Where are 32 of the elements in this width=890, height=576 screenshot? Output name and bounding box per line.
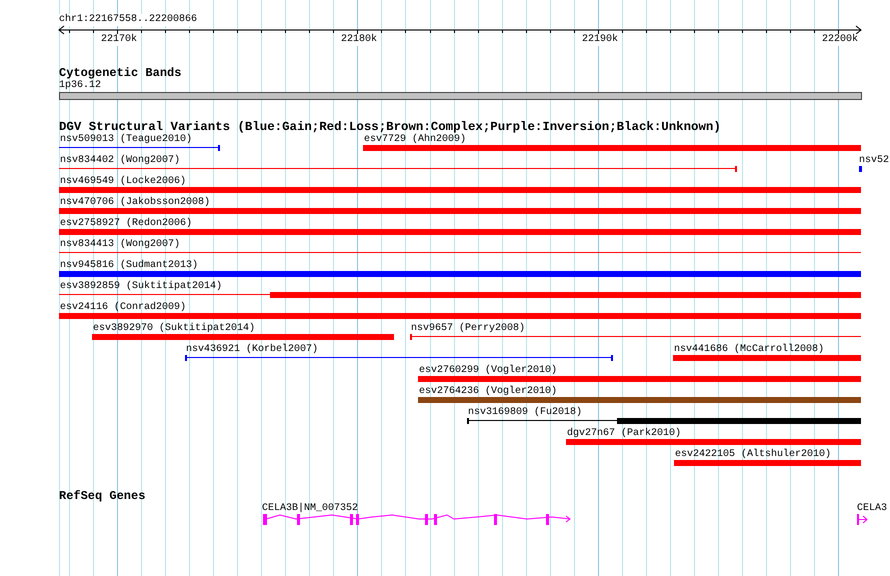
variant-label: nsv436921 (Korbel2007) — [186, 344, 318, 356]
variant-label: nsv52 — [859, 155, 890, 167]
variant-label: nsv469549 (Locke2006) — [60, 176, 186, 188]
track-title: Cytogenetic Bands — [59, 66, 182, 80]
variant-label: nsv470706 (Jakobsson2008) — [60, 197, 210, 209]
variant-label: nsv3169809 (Fu2018) — [468, 407, 582, 419]
variant-label: esv7729 (Ahn2009) — [364, 134, 466, 146]
track-title: DGV Structural Variants (Blue:Gain;Red:Loss;Brown:Complex;Purple:Inversion;Black:Unknown) — [59, 120, 721, 134]
ruler-tick-label: 22200k — [822, 34, 858, 46]
ruler-tick-label: 22170k — [101, 34, 138, 46]
gene-label: CELA3B|NM_007352 — [262, 503, 358, 515]
band-label: 1p36.12 — [59, 80, 102, 92]
ruler-tick-label: 22190k — [582, 34, 618, 46]
variant-label: esv3892970 (Suktitipat2014) — [93, 323, 256, 335]
variant-label: dgv27n67 (Park2010) — [567, 428, 682, 440]
gene-model-drawing — [857, 513, 869, 526]
variant-label: nsv441686 (McCarroll2008) — [674, 344, 824, 356]
variant-label: esv2764236 (Vogler2010) — [419, 386, 558, 398]
track-title: RefSeq Genes — [59, 489, 146, 503]
ruler-tick-label: 22180k — [341, 34, 378, 46]
variant-label: esv3892859 (Suktitipat2014) — [60, 281, 222, 293]
variant-label: esv24116 (Conrad2009) — [60, 302, 186, 314]
variant-label: nsv834413 (Wong2007) — [60, 239, 180, 251]
location-label: chr1:22167558..22200866 — [59, 14, 198, 26]
variant-label: nsv945816 (Sudmant2013) — [60, 260, 198, 272]
variant-label: esv2760299 (Vogler2010) — [419, 365, 558, 377]
variant-label: nsv9657 (Perry2008) — [411, 323, 526, 335]
gene-label: CELA3 — [857, 503, 888, 515]
variant-label: nsv834402 (Wong2007) — [60, 155, 180, 167]
variant-label: esv2422105 (Altshuler2010) — [675, 449, 832, 461]
variant-label: nsv509013 (Teague2010) — [60, 134, 192, 146]
variant-label: esv2758927 (Redon2006) — [60, 218, 192, 230]
